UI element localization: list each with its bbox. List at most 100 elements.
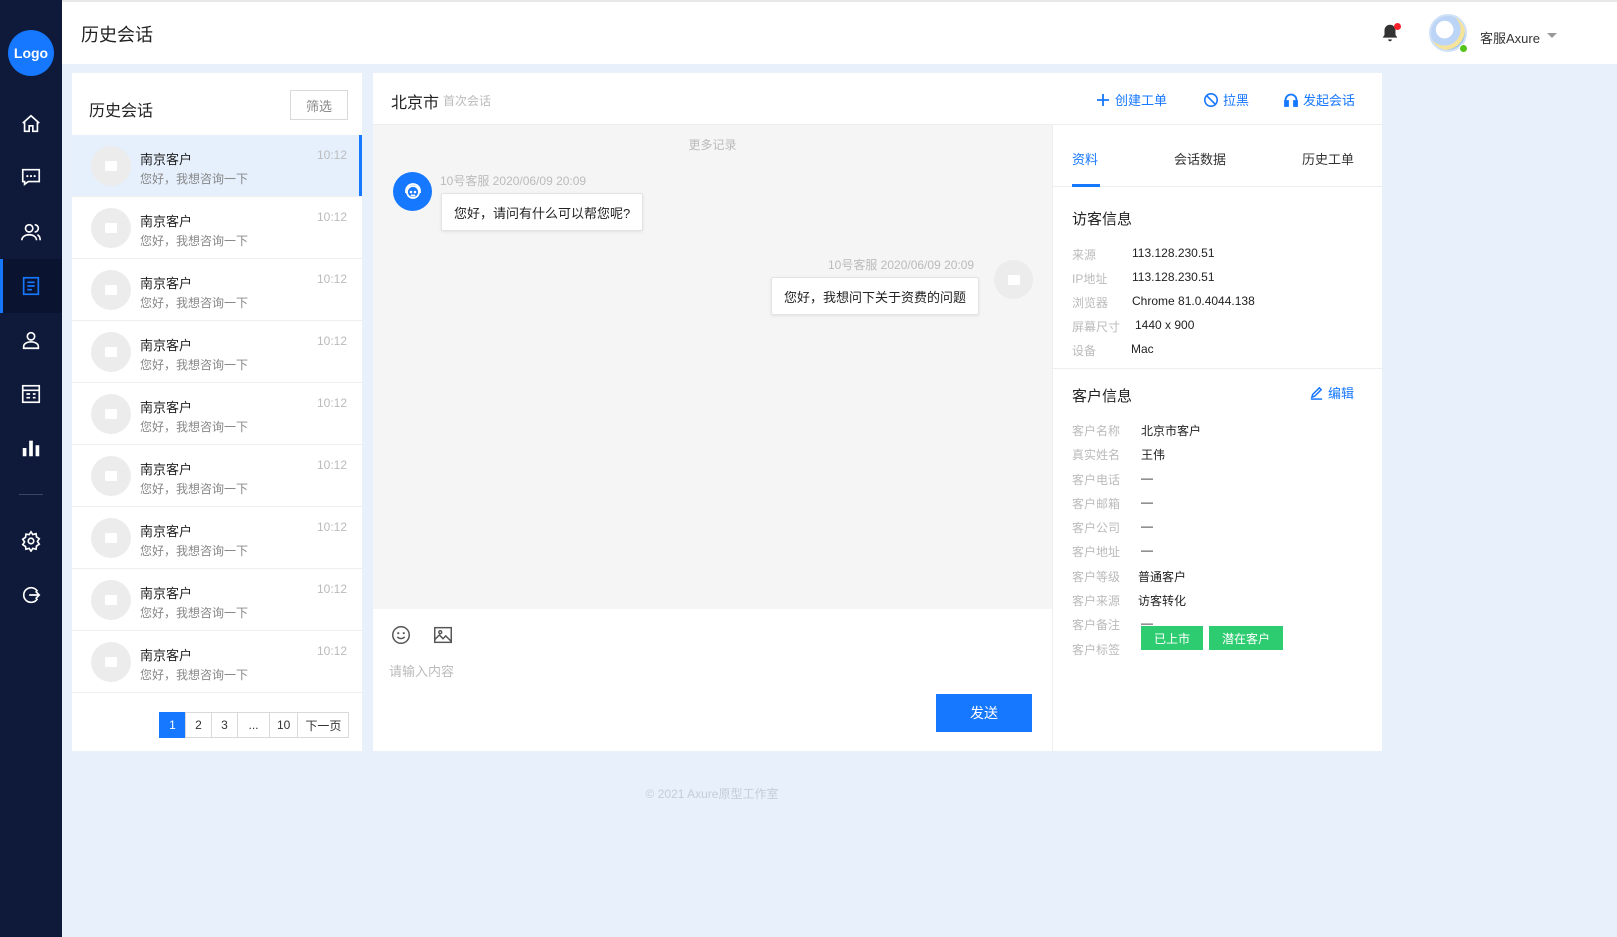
- conversation-time: 10:12: [316, 334, 347, 348]
- message-bubble: 您好，我想问下关于资费的问题: [771, 277, 980, 315]
- visitor-source-value: 113.128.230.51: [1132, 246, 1215, 260]
- pagination: 1 2 3 ... 10 下一页: [159, 712, 350, 738]
- document-icon: [22, 276, 40, 296]
- customer-origin-value: 访客转化: [1138, 594, 1187, 608]
- chat-header: 北京市 首次会话 创建工单 拉黑 发起会话: [373, 73, 1382, 125]
- conversation-item[interactable]: 南京客户 您好，我想咨询一下 10:12: [72, 197, 362, 259]
- conversation-preview: 您好，我想咨询一下: [140, 358, 249, 372]
- conversation-item[interactable]: 南京客户 您好，我想咨询一下 10:12: [72, 259, 362, 321]
- footer-copyright: © 2021 Axure原型工作室: [645, 787, 779, 801]
- nav-stats[interactable]: [0, 421, 62, 475]
- user-name[interactable]: 客服Axure: [1480, 28, 1540, 47]
- conversation-name: 南京客户: [140, 214, 193, 229]
- conversation-item[interactable]: 南京客户 您好，我想咨询一下 10:12: [72, 507, 362, 569]
- customer-email-label: 客户邮箱: [1072, 497, 1121, 511]
- more-records-link[interactable]: 更多记录: [373, 136, 1052, 153]
- conversation-time: 10:12: [316, 148, 347, 162]
- chevron-down-icon[interactable]: [1547, 33, 1557, 38]
- image-icon[interactable]: [432, 624, 454, 646]
- headset-icon: [1284, 93, 1298, 107]
- customer-company-value: —: [1141, 519, 1153, 533]
- message-area: 更多记录 10号客服 2020/06/09 20:09 您好，请问有什么可以帮您…: [373, 125, 1052, 609]
- history-list-panel: 历史会话 筛选 南京客户 您好，我想咨询一下 10:12 南京客户 您好，我想咨…: [72, 73, 362, 751]
- filter-button[interactable]: 筛选: [290, 90, 348, 120]
- nav-profile[interactable]: [0, 313, 62, 367]
- start-chat-label: 发起会话: [1303, 93, 1356, 108]
- page-button[interactable]: 3: [211, 712, 238, 738]
- start-chat-button[interactable]: 发起会话: [1283, 90, 1355, 109]
- agent-icon: [404, 182, 421, 199]
- message-meta: 10号客服 2020/06/09 20:09: [828, 258, 975, 272]
- conversation-time: 10:12: [316, 582, 347, 596]
- next-page-button[interactable]: 下一页: [297, 712, 350, 738]
- conversation-item[interactable]: 南京客户 您好，我想咨询一下 10:12: [72, 321, 362, 383]
- nav-history[interactable]: [0, 259, 62, 313]
- plus-icon: [1097, 93, 1109, 106]
- customer-info-title: 客户信息: [1072, 388, 1133, 405]
- customer-phone-value: —: [1141, 471, 1153, 485]
- page-button[interactable]: 10: [269, 712, 299, 738]
- nav-home[interactable]: [0, 97, 62, 151]
- nav-settings[interactable]: [0, 514, 62, 568]
- conversation-time: 10:12: [316, 272, 347, 286]
- page-button[interactable]: 2: [185, 712, 212, 738]
- conversation-item[interactable]: 南京客户 您好，我想咨询一下 10:12: [72, 569, 362, 631]
- conversation-item[interactable]: 南京客户 您好，我想咨询一下 10:12: [72, 631, 362, 693]
- customer-tag[interactable]: 已上市: [1141, 626, 1204, 650]
- customer-info-panel: 资料 会话数据 历史工单 访客信息 来源 113.128.230.51 IP地址…: [1052, 125, 1383, 751]
- tab-ticket-history[interactable]: 历史工单: [1302, 149, 1354, 168]
- nav-customers[interactable]: [0, 205, 62, 259]
- customer-origin-label: 客户来源: [1072, 594, 1121, 608]
- page-button[interactable]: 1: [159, 712, 186, 738]
- customer-realname-value: 王伟: [1141, 448, 1166, 462]
- info-tabs: 资料 会话数据 历史工单: [1053, 125, 1383, 187]
- nav-tickets[interactable]: [0, 367, 62, 421]
- conversation-preview: 您好，我想咨询一下: [140, 296, 249, 310]
- visitor-info-title: 访客信息: [1072, 211, 1133, 228]
- conversation-preview: 您好，我想咨询一下: [140, 606, 249, 620]
- visitor-ip-value: 113.128.230.51: [1132, 270, 1215, 284]
- customer-name-label: 客户名称: [1072, 424, 1121, 438]
- page-ellipsis[interactable]: ...: [237, 712, 270, 738]
- conversation-time: 10:12: [316, 210, 347, 224]
- customer-avatar: [91, 332, 131, 372]
- form-icon: [21, 384, 41, 404]
- section-divider: [1053, 368, 1383, 369]
- customer-avatar: [994, 260, 1033, 299]
- visitor-screen-label: 屏幕尺寸: [1072, 320, 1121, 334]
- conversation-item[interactable]: 南京客户 您好，我想咨询一下 10:12: [72, 383, 362, 445]
- notification-dot: [1394, 23, 1401, 30]
- conversation-name: 南京客户: [140, 648, 193, 663]
- conversation-item[interactable]: 南京客户 您好，我想咨询一下 10:12: [72, 445, 362, 507]
- nav-logout[interactable]: [0, 568, 62, 622]
- message-input[interactable]: [389, 660, 909, 682]
- block-button[interactable]: 拉黑: [1203, 90, 1249, 109]
- block-label: 拉黑: [1223, 93, 1250, 108]
- message-composer: 发送: [373, 609, 1052, 751]
- visitor-device-value: Mac: [1131, 342, 1154, 356]
- send-button[interactable]: 发送: [936, 694, 1032, 732]
- customer-level-value: 普通客户: [1138, 570, 1187, 584]
- customer-realname-label: 真实姓名: [1072, 448, 1121, 462]
- home-icon: [22, 114, 40, 133]
- edit-customer-button[interactable]: 编辑: [1309, 383, 1354, 402]
- customer-avatar: [91, 642, 131, 682]
- create-ticket-button[interactable]: 创建工单: [1095, 90, 1167, 109]
- tab-session-data[interactable]: 会话数据: [1174, 149, 1226, 168]
- customer-name-value: 北京市客户: [1141, 424, 1202, 438]
- active-tab-indicator: [1072, 184, 1100, 187]
- conversation-name: 南京客户: [140, 152, 193, 167]
- emoji-icon[interactable]: [390, 624, 412, 646]
- conversation-item[interactable]: 南京客户 您好，我想咨询一下 10:12: [72, 135, 362, 197]
- visitor-ip-label: IP地址: [1072, 272, 1108, 286]
- customer-avatar: [91, 146, 131, 186]
- conversation-name: 南京客户: [140, 586, 193, 601]
- conversation-preview: 您好，我想咨询一下: [140, 234, 249, 248]
- customer-avatar: [91, 208, 131, 248]
- nav-messages[interactable]: [0, 150, 62, 204]
- visitor-browser-value: Chrome 81.0.4044.138: [1132, 294, 1255, 308]
- customer-tag[interactable]: 潜在客户: [1209, 626, 1284, 650]
- logo[interactable]: Logo: [8, 30, 54, 76]
- create-ticket-label: 创建工单: [1115, 93, 1168, 108]
- tab-profile[interactable]: 资料: [1072, 149, 1098, 168]
